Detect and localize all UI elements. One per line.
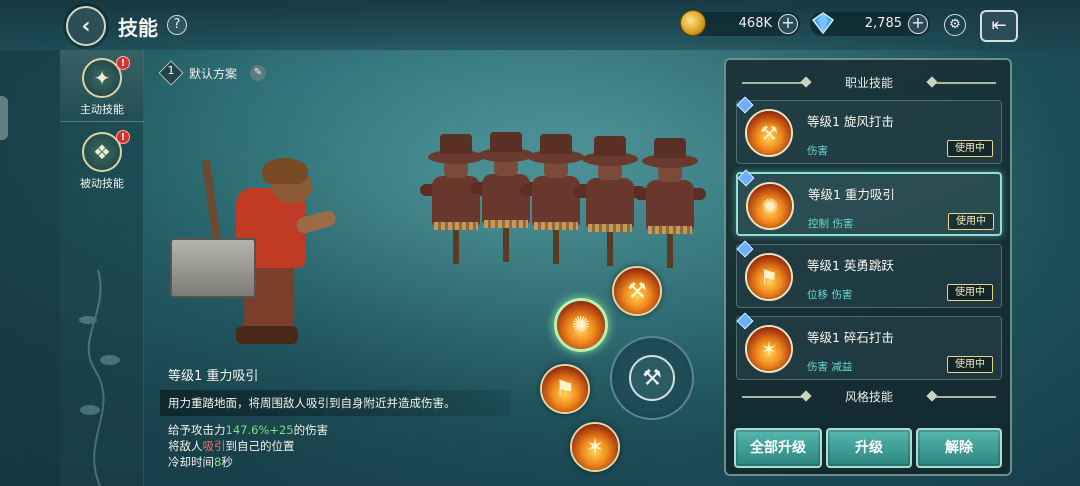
skill-list-panel: 职业技能 ⚒ 等级1 旋风打击 伤害 使用中 ✺ 等级1 重力吸引 控制 伤害 … <box>724 58 1012 476</box>
tab-passive-skills[interactable]: ❖ ! 被动技能 <box>60 124 144 196</box>
add-gem-button[interactable]: + <box>908 14 928 34</box>
skill-slot-gravity-pull[interactable]: ✺ <box>554 298 608 352</box>
gem-currency: 2,785 + <box>810 12 930 36</box>
unequip-button[interactable]: 解除 <box>916 428 1002 468</box>
preset-name: 默认方案 <box>189 67 238 81</box>
upgrade-button[interactable]: 升级 <box>826 428 912 468</box>
selected-skill-name: 等级1 重力吸引 <box>168 369 259 384</box>
skill-card[interactable]: ⚑ 等级1 英勇跳跃 位移 伤害 使用中 <box>736 240 1002 308</box>
selected-skill-description: 用力重踏地面，将周围敌人吸引到自身附近并造成伤害。 <box>160 390 510 416</box>
gold-currency: 468K + <box>680 10 800 36</box>
whirlwind-strike-icon: ⚒ <box>745 109 793 157</box>
skill-card[interactable]: ✶ 等级1 碎石打击 伤害 减益 使用中 <box>736 312 1002 380</box>
alert-badge: ! <box>116 56 130 70</box>
add-gold-button[interactable]: + <box>778 14 798 34</box>
pull-line: 将敌人吸引到自己的位置 <box>168 439 295 453</box>
section-header-style-skills: 风格技能 <box>736 386 1002 408</box>
in-use-badge: 使用中 <box>948 213 994 230</box>
settings-gear-icon[interactable]: ⚙ <box>944 14 966 36</box>
left-rail <box>0 50 60 486</box>
hammer-icon <box>170 238 256 298</box>
upgrade-arrow-icon <box>736 240 754 258</box>
hero-character <box>166 158 346 358</box>
whirlwind-strike-icon: ⚒ <box>614 268 660 314</box>
heroic-leap-icon: ⚑ <box>542 366 588 412</box>
skill-slot-whirlwind[interactable]: ⚒ <box>612 266 662 316</box>
back-button[interactable]: ‹ <box>66 6 106 46</box>
tab-label: 被动技能 <box>80 177 124 190</box>
skill-slot-heroic-leap[interactable]: ⚑ <box>540 364 590 414</box>
skill-card-tags: 位移 伤害 <box>807 289 853 301</box>
help-icon[interactable]: ? <box>167 15 187 35</box>
edit-pencil-icon[interactable]: ✎ <box>250 65 266 81</box>
training-dummy <box>520 132 592 267</box>
tab-label: 主动技能 <box>80 103 124 116</box>
heroic-leap-icon: ⚑ <box>745 253 793 301</box>
upgrade-all-button[interactable]: 全部升级 <box>734 428 822 468</box>
preset-number: 1 <box>167 64 175 77</box>
side-drawer-handle[interactable] <box>0 96 8 140</box>
section-header-class-skills: 职业技能 <box>736 72 1002 94</box>
rock-smash-icon: ✶ <box>745 325 793 373</box>
chevron-left-icon: ‹ <box>81 13 91 39</box>
skill-card-title: 等级1 重力吸引 <box>808 187 895 202</box>
alert-badge: ! <box>116 130 130 144</box>
upgrade-arrow-icon <box>737 169 755 187</box>
exit-door-icon[interactable]: ⇤ <box>980 10 1018 42</box>
gravity-pull-icon: ✺ <box>746 182 794 230</box>
training-dummy <box>574 134 646 269</box>
decorative-vine <box>79 269 120 486</box>
top-bar: ‹ 技能 ? 468K + 2,785 + ⚙ ⇤ <box>0 0 1080 50</box>
selected-skill-details: 给予攻击力147.6%+25的伤害 将敌人吸引到自己的位置 冷却时间8秒 <box>168 422 328 470</box>
skill-card-tags: 伤害 减益 <box>807 361 853 373</box>
skill-card[interactable]: ⚒ 等级1 旋风打击 伤害 使用中 <box>736 96 1002 164</box>
skill-card-title: 等级1 旋风打击 <box>807 114 894 129</box>
in-use-badge: 使用中 <box>947 356 993 373</box>
gravity-pull-icon: ✺ <box>557 301 605 349</box>
diamond-icon <box>810 10 836 36</box>
gold-amount: 468K <box>738 16 772 31</box>
skill-card-title: 等级1 碎石打击 <box>807 330 894 345</box>
training-dummy <box>634 136 706 271</box>
gem-amount: 2,785 <box>864 16 902 31</box>
skill-card-tags: 伤害 <box>807 145 828 157</box>
damage-line: 给予攻击力147.6%+25的伤害 <box>168 423 329 437</box>
gold-coin-icon <box>680 10 706 36</box>
cooldown-line: 冷却时间8秒 <box>168 455 233 469</box>
in-use-badge: 使用中 <box>947 140 993 157</box>
rock-smash-icon: ✶ <box>572 424 618 470</box>
upgrade-arrow-icon <box>736 96 754 114</box>
tab-active-skills[interactable]: ✦ ! 主动技能 <box>60 50 144 122</box>
in-use-badge: 使用中 <box>947 284 993 301</box>
skill-preview-scene <box>150 110 730 370</box>
upgrade-arrow-icon <box>736 312 754 330</box>
hammer-attack-icon: ⚒ <box>629 355 675 401</box>
skill-card-tags: 控制 伤害 <box>808 218 854 230</box>
skill-card-title: 等级1 英勇跳跃 <box>807 258 894 273</box>
skill-card[interactable]: ✺ 等级1 重力吸引 控制 伤害 使用中 <box>736 169 1002 236</box>
skill-slot-rock-smash[interactable]: ✶ <box>570 422 620 472</box>
basic-attack-button[interactable]: ⚒ <box>610 336 694 420</box>
page-title: 技能 <box>118 16 158 40</box>
